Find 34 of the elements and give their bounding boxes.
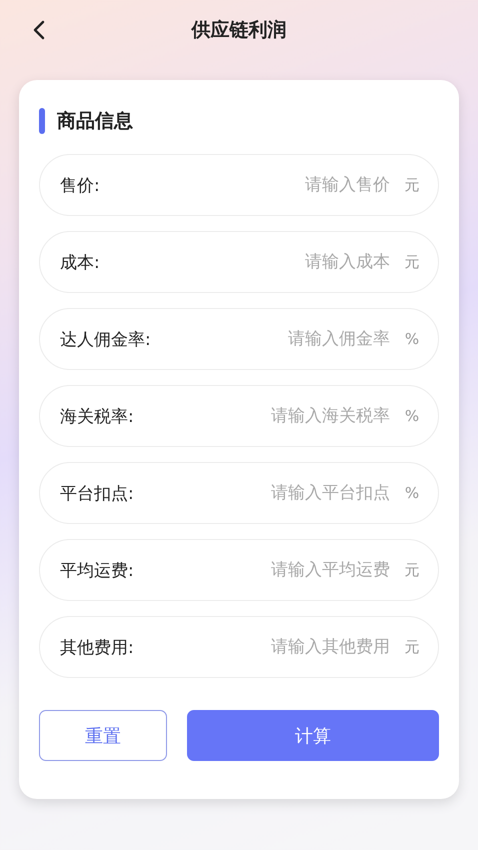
reset-button[interactable]: 重置 — [39, 710, 167, 761]
form-field[interactable]: 达人佣金率: 请输入佣金率 % — [39, 308, 439, 370]
page-title: 供应链利润 — [192, 18, 286, 43]
section-accent-bar — [39, 108, 45, 134]
form-field[interactable]: 平均运费: 请输入平均运费 元 — [39, 539, 439, 601]
unit-label: 元 — [404, 560, 420, 580]
field-label: 售价: — [60, 174, 100, 196]
form-field[interactable]: 其他费用: 请输入其他费用 元 — [39, 616, 439, 678]
field-label: 成本: — [60, 252, 100, 274]
form-field[interactable]: 成本: 请输入成本 元 — [39, 231, 439, 293]
field-label: 海关税率: — [60, 406, 134, 428]
unit-label: 元 — [404, 176, 420, 194]
unit-label: % — [404, 484, 420, 502]
form-field[interactable]: 平台扣点: 请输入平台扣点 % — [39, 462, 439, 524]
calculate-button[interactable]: 计算 — [187, 710, 439, 761]
input-field[interactable]: 请输入佣金率 — [150, 328, 392, 350]
input-field[interactable]: 请输入平台扣点 — [134, 482, 392, 504]
input-field[interactable]: 请输入成本 — [100, 251, 392, 273]
field-label: 平均运费: — [60, 560, 134, 582]
back-icon — [33, 20, 45, 40]
unit-label: % — [404, 407, 420, 425]
input-field[interactable]: 请输入其他费用 — [134, 636, 392, 658]
field-label: 其他费用: — [60, 636, 134, 658]
input-field[interactable]: 请输入售价 — [100, 174, 392, 196]
unit-label: % — [404, 330, 420, 348]
form-field[interactable]: 海关税率: 请输入海关税率 % — [39, 385, 439, 447]
form-field[interactable]: 售价: 请输入售价 元 — [39, 154, 439, 216]
field-label: 达人佣金率: — [60, 328, 151, 350]
input-field[interactable]: 请输入海关税率 — [134, 405, 392, 427]
unit-label: 元 — [404, 252, 420, 272]
input-field[interactable]: 请输入平均运费 — [134, 559, 392, 581]
section-title: 商品信息 — [57, 109, 133, 134]
field-label: 平台扣点: — [60, 482, 134, 504]
unit-label: 元 — [404, 638, 420, 656]
